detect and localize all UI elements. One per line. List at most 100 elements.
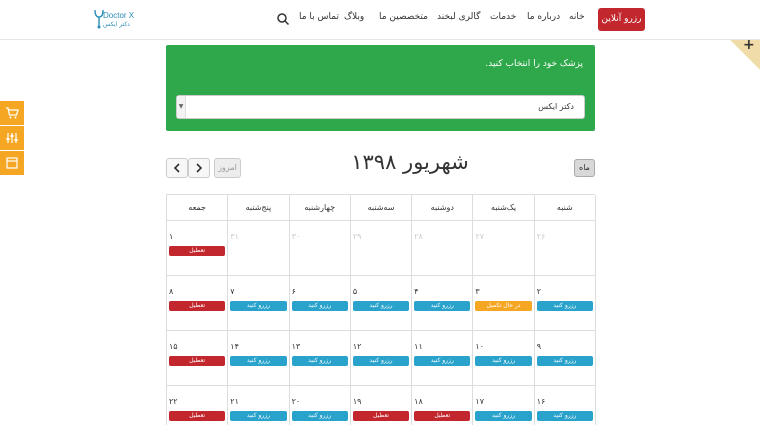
day-cell[interactable]: ۱۶ رزرو کنید (535, 386, 596, 425)
reserve-badge[interactable]: رزرو کنید (291, 411, 348, 421)
day-cell[interactable]: ۸ تعطیل (167, 276, 229, 331)
day-cell[interactable]: ۲۷ (473, 221, 535, 276)
day-cell[interactable]: ۳۰ (289, 221, 351, 276)
online-reserve-button[interactable]: رزرو آنلاین (598, 8, 645, 31)
reserve-badge[interactable]: رزرو کنید (414, 356, 471, 366)
logo[interactable]: Doctor X دکتر ایکس (93, 9, 141, 31)
search-icon[interactable] (276, 12, 290, 26)
reserve-badge[interactable]: رزرو کنید (536, 301, 593, 311)
layout-button[interactable] (0, 151, 24, 175)
reserve-badge[interactable]: رزرو کنید (352, 301, 410, 311)
settings-button[interactable] (0, 126, 24, 150)
weekday-header: سه‌شنبه (350, 195, 413, 221)
reserve-badge[interactable]: رزرو کنید (536, 356, 593, 366)
day-cell[interactable]: ۱۱ رزرو کنید (412, 331, 474, 386)
reserve-badge[interactable]: رزرو کنید (352, 356, 410, 366)
holiday-badge[interactable]: تعطیل (169, 356, 226, 366)
day-cell[interactable]: ۱۸ تعطیل (412, 386, 474, 425)
day-cell[interactable]: ۲ رزرو کنید (534, 276, 596, 331)
day-number: ۱ (169, 232, 174, 241)
reserve-badge[interactable]: رزرو کنید (414, 301, 471, 311)
day-cell[interactable]: ۱۴ رزرو کنید (228, 331, 290, 386)
day-cell[interactable]: ۵ رزرو کنید (350, 276, 413, 331)
chevron-left-icon (173, 163, 180, 173)
doctor-select-label: پزشک خود را انتخاب کنید. (485, 59, 583, 69)
reserve-badge[interactable]: رزرو کنید (230, 411, 287, 421)
weekday-header: شنبه (534, 195, 596, 221)
pending-badge[interactable]: در حال تکمیل (475, 301, 532, 311)
holiday-badge[interactable]: تعطیل (169, 246, 226, 256)
holiday-badge[interactable]: تعطیل (352, 411, 410, 421)
day-number: ۱۵ (169, 342, 178, 351)
holiday-badge[interactable]: تعطیل (169, 411, 226, 421)
site-header: Doctor X دکتر ایکس تماس با ما وبلاگ متخص… (0, 0, 760, 40)
nav-contact[interactable]: تماس با ما (299, 12, 339, 22)
day-number: ۱۹ (352, 397, 362, 406)
reserve-badge[interactable]: رزرو کنید (536, 411, 593, 421)
nav-services[interactable]: خدمات (490, 12, 516, 22)
day-cell[interactable]: ۱۷ رزرو کنید (473, 386, 535, 425)
day-cell[interactable]: ۶ رزرو کنید (289, 276, 351, 331)
day-number: ۹ (536, 342, 541, 351)
reserve-badge[interactable]: رزرو کنید (230, 301, 287, 311)
holiday-badge[interactable]: تعطیل (169, 301, 226, 311)
day-cell[interactable]: ۲۲ تعطیل (167, 386, 229, 425)
day-cell[interactable]: ۲۱ رزرو کنید (228, 386, 290, 425)
day-number: ۱۰ (475, 342, 485, 351)
day-cell[interactable]: ۷ رزرو کنید (228, 276, 290, 331)
weekday-header: چهارشنبه (289, 195, 351, 221)
nav-gallery[interactable]: گالری لبخند (437, 12, 480, 22)
day-cell[interactable]: ۲۸ (412, 221, 474, 276)
day-number: ۲۷ (475, 232, 485, 241)
day-number: ۱۴ (230, 342, 239, 351)
day-cell[interactable]: ۱۰ رزرو کنید (473, 331, 535, 386)
weekday-header: دوشنبه (412, 195, 474, 221)
day-cell[interactable]: ۲۹ (350, 221, 413, 276)
chevron-right-icon (196, 163, 203, 173)
reserve-badge[interactable]: رزرو کنید (291, 356, 348, 366)
nav-blog[interactable]: وبلاگ (344, 12, 364, 22)
day-cell[interactable]: ۲۶ (534, 221, 596, 276)
day-number: ۶ (291, 287, 296, 296)
next-month-button[interactable] (188, 158, 210, 178)
nav-home[interactable]: خانه (569, 12, 585, 22)
holiday-badge[interactable]: تعطیل (414, 411, 471, 421)
day-number: ۱۸ (414, 397, 423, 406)
prev-month-button[interactable] (166, 158, 188, 178)
day-cell[interactable]: ۲۰ رزرو کنید (290, 386, 351, 425)
day-number: ۲۶ (536, 232, 546, 241)
weekday-header: جمعه (167, 195, 229, 221)
day-cell[interactable]: ۱ تعطیل (167, 221, 229, 276)
layout-icon (6, 157, 18, 169)
today-button[interactable]: امروز (214, 158, 241, 178)
day-cell[interactable]: ۳ در حال تکمیل (473, 276, 535, 331)
day-number: ۱۲ (352, 342, 362, 351)
nav-specialists[interactable]: متخصصین ما (379, 12, 428, 22)
day-cell[interactable]: ۱۳ رزرو کنید (289, 331, 351, 386)
day-number: ۱۶ (536, 397, 546, 406)
reserve-badge[interactable]: رزرو کنید (475, 356, 532, 366)
day-number: ۳۱ (230, 232, 239, 241)
day-number: ۲ (536, 287, 541, 296)
day-cell[interactable]: ۱۲ رزرو کنید (350, 331, 413, 386)
nav-about[interactable]: درباره ما (527, 12, 560, 22)
day-cell[interactable]: ۱۹ تعطیل (351, 386, 413, 425)
day-cell[interactable]: ۹ رزرو کنید (534, 331, 596, 386)
logo-text: Doctor X (103, 11, 135, 20)
reserve-badge[interactable]: رزرو کنید (230, 356, 287, 366)
day-number: ۲۹ (352, 232, 362, 241)
day-number: ۳۰ (291, 232, 301, 241)
reserve-badge[interactable]: رزرو کنید (291, 301, 348, 311)
day-cell[interactable]: ۳۱ (228, 221, 290, 276)
day-number: ۸ (169, 287, 174, 296)
plus-icon[interactable]: + (743, 38, 755, 52)
reserve-badge[interactable]: رزرو کنید (475, 411, 532, 421)
doctor-select[interactable]: ▼ دکتر ایکس (176, 95, 585, 119)
day-cell[interactable]: ۱۵ تعطیل (167, 331, 229, 386)
month-view-button[interactable]: ماه (574, 159, 595, 177)
day-cell[interactable]: ۴ رزرو کنید (412, 276, 474, 331)
calendar-title: شهریور ۱۳۹۸ (351, 150, 469, 174)
doctor-select-panel: پزشک خود را انتخاب کنید. ▼ دکتر ایکس (166, 45, 595, 131)
day-number: ۱۱ (414, 342, 423, 351)
cart-button[interactable] (0, 101, 24, 125)
